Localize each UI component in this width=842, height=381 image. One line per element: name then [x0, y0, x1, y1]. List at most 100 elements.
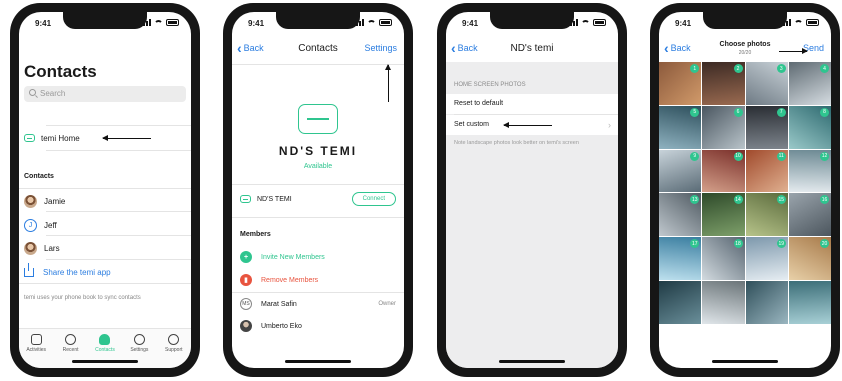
contacts-section-header: Contacts: [24, 173, 54, 180]
member-row[interactable]: Umberto Eko: [240, 319, 396, 333]
photo-thumbnail[interactable]: 17: [659, 237, 702, 281]
share-label: Share the temi app: [43, 267, 111, 277]
photo-thumbnail[interactable]: 15: [745, 193, 788, 237]
temi-robot-icon: [24, 134, 35, 142]
selection-badge: 8: [820, 107, 829, 117]
notch: [63, 12, 147, 29]
photo-thumbnail[interactable]: 10: [702, 149, 745, 193]
reset-default-row[interactable]: Reset to default: [446, 94, 618, 114]
temi-home-item[interactable]: temi Home: [24, 131, 80, 145]
member-row[interactable]: MS Marat Safin Owner: [240, 297, 396, 311]
contact-row[interactable]: J Jeff: [24, 218, 57, 232]
divider: [46, 150, 191, 151]
screen-contacts: 9:41 Contacts Search temi Home Contacts …: [19, 12, 191, 368]
photo-thumbnail[interactable]: [788, 281, 831, 324]
battery-icon: [166, 19, 179, 26]
photo-thumbnail[interactable]: 16: [788, 193, 831, 237]
contact-row[interactable]: Jamie: [24, 194, 65, 208]
contact-row[interactable]: Lars: [24, 241, 60, 255]
photo-thumbnail[interactable]: 19: [745, 237, 788, 281]
selection-badge: 1: [690, 64, 700, 73]
selection-badge: 18: [733, 239, 743, 249]
photo-thumbnail[interactable]: 5: [659, 105, 702, 149]
invite-label: Invite New Members: [261, 253, 325, 261]
connect-button[interactable]: Connect: [351, 192, 396, 206]
photo-note: Note landscape photos look better on tem…: [454, 140, 579, 146]
photo-thumbnail[interactable]: 20: [788, 237, 831, 281]
selection-badge: 12: [820, 151, 829, 161]
divider: [19, 283, 191, 284]
status-time: 9:41: [248, 19, 265, 28]
screen-robot-settings: 9:41 ‹ Back ND's temi HOME SCREEN PHOTOS …: [446, 12, 618, 368]
photo-thumbnail[interactable]: [745, 281, 788, 324]
photo-thumbnail[interactable]: 11: [745, 149, 788, 193]
photo-thumbnail[interactable]: [702, 281, 745, 324]
remove-members-button[interactable]: ▮ Remove Members: [240, 273, 396, 287]
photo-thumbnail[interactable]: 6: [702, 105, 745, 149]
photo-thumbnail[interactable]: 1: [659, 62, 702, 105]
divider: [46, 259, 191, 260]
selection-badge: 15: [776, 195, 786, 205]
search-input[interactable]: Search: [24, 86, 186, 102]
photo-thumbnail[interactable]: 14: [702, 193, 745, 237]
tab-label: Support: [164, 347, 183, 353]
selection-badge: 3: [776, 64, 786, 73]
avatar: [24, 194, 37, 208]
person-icon: [99, 334, 111, 345]
photo-grid: 1 2 3 4 5 6 7 8 9 10 11 12 13 14 15 16 17 18 19 20: [659, 62, 831, 324]
status-time: 9:41: [675, 19, 692, 28]
photo-thumbnail[interactable]: 12: [788, 149, 831, 193]
plus-icon: +: [240, 251, 252, 263]
home-indicator: [712, 360, 778, 363]
nav-title: ND's temi: [510, 43, 554, 54]
selection-badge: 20: [820, 239, 829, 249]
annotation-arrow: [503, 122, 552, 128]
share-app-row[interactable]: Share the temi app: [24, 262, 111, 279]
settings-button[interactable]: Settings: [364, 43, 397, 53]
selection-badge: 13: [690, 195, 700, 205]
wifi-icon: [154, 20, 163, 26]
annotation-arrow: [102, 135, 151, 141]
photo-thumbnail[interactable]: 9: [659, 149, 702, 193]
annotation-arrow: [385, 64, 391, 102]
photo-thumbnail[interactable]: 4: [788, 62, 831, 105]
divider: [232, 292, 404, 293]
robot-name: ND'S TEMI: [278, 144, 358, 158]
gear-icon: [133, 334, 145, 345]
annotation-arrow: [779, 48, 808, 54]
divider: [19, 188, 191, 189]
photo-thumbnail[interactable]: 2: [702, 62, 745, 105]
invite-members-button[interactable]: + Invite New Members: [240, 250, 396, 264]
home-indicator: [499, 360, 565, 363]
selection-badge: 11: [776, 151, 786, 161]
page-title: Contacts: [24, 62, 97, 81]
tab-label: Recent: [62, 347, 79, 353]
photo-thumbnail[interactable]: 18: [702, 237, 745, 281]
divider: [46, 125, 191, 126]
member-name: Umberto Eko: [261, 322, 302, 330]
robot-row-label: ND'S TEMI: [257, 195, 292, 203]
tab-label: Settings: [130, 347, 149, 353]
wifi-icon: [367, 20, 376, 26]
tab-support[interactable]: Support: [159, 334, 189, 368]
status-time: 9:41: [35, 19, 52, 28]
tab-activities[interactable]: Activities: [21, 334, 51, 368]
wifi-icon: [794, 20, 803, 26]
photo-thumbnail[interactable]: 8: [788, 105, 831, 149]
nav-bar: ‹ Back Contacts Settings: [232, 40, 404, 60]
contact-name: Jeff: [44, 220, 57, 230]
photo-thumbnail[interactable]: 7: [745, 105, 788, 149]
chevron-right-icon: ›: [608, 120, 611, 130]
notch: [490, 12, 574, 29]
robot-row[interactable]: ND'S TEMI: [240, 195, 292, 203]
photo-thumbnail[interactable]: [659, 281, 702, 324]
tab-label: Contacts: [95, 347, 115, 353]
selection-badge: 10: [733, 151, 743, 161]
photo-thumbnail[interactable]: 3: [745, 62, 788, 105]
chat-icon: [168, 334, 180, 345]
choose-photos-title: Choose photos: [719, 41, 771, 48]
photo-thumbnail[interactable]: 13: [659, 193, 702, 237]
tab-label: Activities: [26, 347, 47, 353]
battery-icon: [806, 19, 819, 26]
phone-robot-detail: 9:41 ‹ Back Contacts Settings ND'S TEMI A…: [223, 3, 413, 377]
